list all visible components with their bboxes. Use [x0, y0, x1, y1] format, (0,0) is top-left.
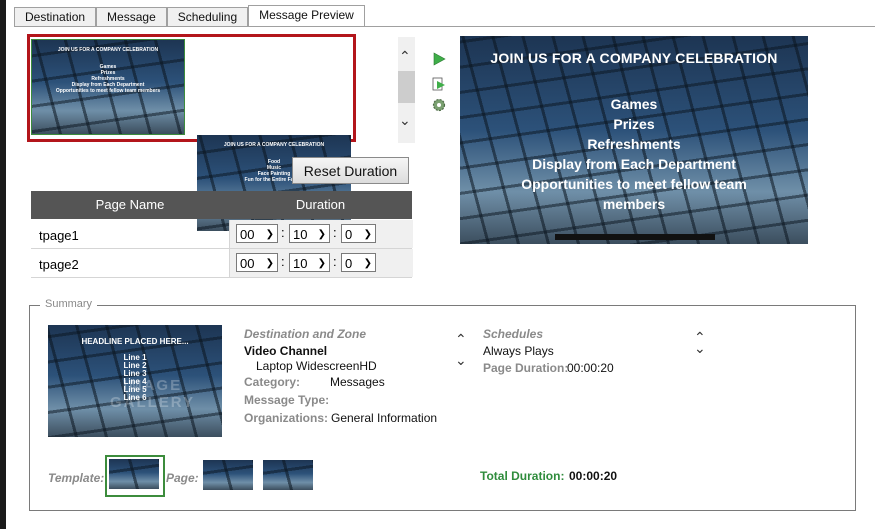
seconds-value: 0: [345, 256, 353, 271]
duration-cell: 00 ❯ : 10 ❯ : 0 ❯: [229, 249, 413, 277]
chevron-down-icon: ❯: [317, 229, 326, 240]
page-name-cell: tpage2: [39, 257, 79, 272]
preview-line: Prizes: [613, 116, 655, 132]
chevron-down-icon[interactable]: ⌄: [399, 112, 411, 129]
preview-progress-bar: [555, 234, 715, 240]
preview-line: Refreshments: [587, 136, 681, 152]
play-page-icon[interactable]: [432, 77, 446, 91]
chevron-down-icon: ❯: [363, 229, 372, 240]
channel-value: Video Channel: [244, 344, 328, 358]
minutes-value: 10: [293, 227, 308, 242]
hours-select[interactable]: 00 ❯: [236, 253, 278, 272]
seconds-select[interactable]: 0 ❯: [341, 253, 376, 272]
play-icon[interactable]: [432, 52, 446, 66]
template-headline: HEADLINE PLACED HERE...: [81, 337, 189, 346]
minutes-select[interactable]: 10 ❯: [289, 253, 330, 272]
chevron-down-icon: ❯: [265, 258, 274, 269]
chevron-up-icon[interactable]: ⌃: [455, 331, 467, 348]
page-name-cell: tpage1: [39, 228, 79, 243]
preview-line: Games: [610, 96, 658, 112]
chevron-down-icon: ❯: [317, 258, 326, 269]
tab-message-preview[interactable]: Message Preview: [248, 5, 365, 27]
page-duration-label: Page Duration:: [483, 361, 569, 375]
chevron-down-icon[interactable]: ⌄: [455, 352, 467, 369]
page-mini-thumbnail-1[interactable]: [203, 460, 253, 490]
hours-select[interactable]: 00 ❯: [236, 224, 278, 243]
zone-value: Laptop WidescreenHD: [256, 359, 377, 373]
template-preview: IMAGE GALLERY HEADLINE PLACED HERE... Li…: [48, 325, 222, 437]
minutes-value: 10: [293, 256, 308, 271]
preview-lines: Games Prizes Refreshments Display from E…: [460, 94, 808, 214]
schedule-value: Always Plays: [483, 344, 554, 358]
chevron-down-icon[interactable]: ⌄: [694, 340, 706, 357]
total-duration-label: Total Duration:: [480, 469, 565, 483]
template-line: Line 6: [123, 393, 147, 402]
template-mini-thumbnail[interactable]: [109, 459, 159, 489]
gear-icon[interactable]: [432, 98, 446, 112]
time-separator: :: [333, 254, 337, 269]
seconds-value: 0: [345, 227, 353, 242]
thumbnail-scrollbar-thumb[interactable]: [398, 71, 415, 103]
message-preview: JOIN US FOR A COMPANY CELEBRATION Games …: [460, 36, 808, 244]
chevron-up-icon[interactable]: ⌃: [399, 48, 411, 65]
tab-scheduling[interactable]: Scheduling: [166, 7, 249, 27]
chevron-down-icon: ❯: [265, 229, 274, 240]
slide-title: JOIN US FOR A COMPANY CELEBRATION: [223, 142, 325, 148]
slide-title: JOIN US FOR A COMPANY CELEBRATION: [57, 47, 159, 53]
preview-line: members: [602, 196, 666, 212]
page-label: Page:: [166, 471, 199, 485]
preview-line: Opportunities to meet fellow team: [521, 176, 747, 192]
page-table-header: Page Name Duration: [31, 191, 412, 219]
slide-grid: [109, 459, 159, 489]
tab-message[interactable]: Message: [96, 7, 167, 27]
time-separator: :: [281, 225, 285, 240]
preview-title: JOIN US FOR A COMPANY CELEBRATION: [490, 50, 778, 66]
total-duration-value: 00:00:20: [569, 469, 618, 483]
tab-bar: Destination Message Scheduling Message P…: [14, 5, 365, 27]
preview-line: Display from Each Department: [532, 156, 736, 172]
summary-legend: Summary: [40, 298, 98, 310]
time-separator: :: [281, 254, 285, 269]
page-duration-value: 00:00:20: [567, 361, 614, 375]
slide-line: Opportunities to meet fellow team member…: [55, 88, 161, 94]
category-value: Messages: [330, 375, 385, 389]
time-separator: :: [333, 225, 337, 240]
tab-destination[interactable]: Destination: [14, 7, 97, 27]
schedules-label: Schedules: [483, 327, 544, 341]
organizations-value: General Information: [331, 411, 438, 425]
table-row: tpage1 00 ❯ : 10 ❯ : 0 ❯: [31, 220, 413, 249]
slide-lines: Games Prizes Refreshments Display from E…: [32, 64, 184, 94]
column-duration: Duration: [295, 197, 346, 212]
chevron-down-icon: ❯: [363, 258, 372, 269]
tab-divider: [14, 26, 875, 27]
slide-thumbnail-1[interactable]: JOIN US FOR A COMPANY CELEBRATION Games …: [31, 39, 185, 135]
column-page-name: Page Name: [95, 197, 165, 212]
slide-grid: [203, 460, 253, 490]
template-label: Template:: [48, 471, 105, 485]
template-lines: Line 1 Line 2 Line 3 Line 4 Line 5 Line …: [48, 354, 222, 402]
hours-value: 00: [240, 256, 255, 271]
destination-label: Destination and Zone: [244, 327, 367, 341]
minutes-select[interactable]: 10 ❯: [289, 224, 330, 243]
organizations-label: Organizations:: [244, 411, 329, 425]
table-row: tpage2 00 ❯ : 10 ❯ : 0 ❯: [31, 249, 413, 278]
slide-grid: [263, 460, 313, 490]
reset-duration-button[interactable]: Reset Duration: [292, 157, 409, 184]
duration-cell: 00 ❯ : 10 ❯ : 0 ❯: [229, 220, 413, 248]
page-mini-thumbnail-2[interactable]: [263, 460, 313, 490]
category-label: Category:: [244, 375, 301, 389]
message-type-label: Message Type:: [244, 393, 330, 407]
hours-value: 00: [240, 227, 255, 242]
seconds-select[interactable]: 0 ❯: [341, 224, 376, 243]
